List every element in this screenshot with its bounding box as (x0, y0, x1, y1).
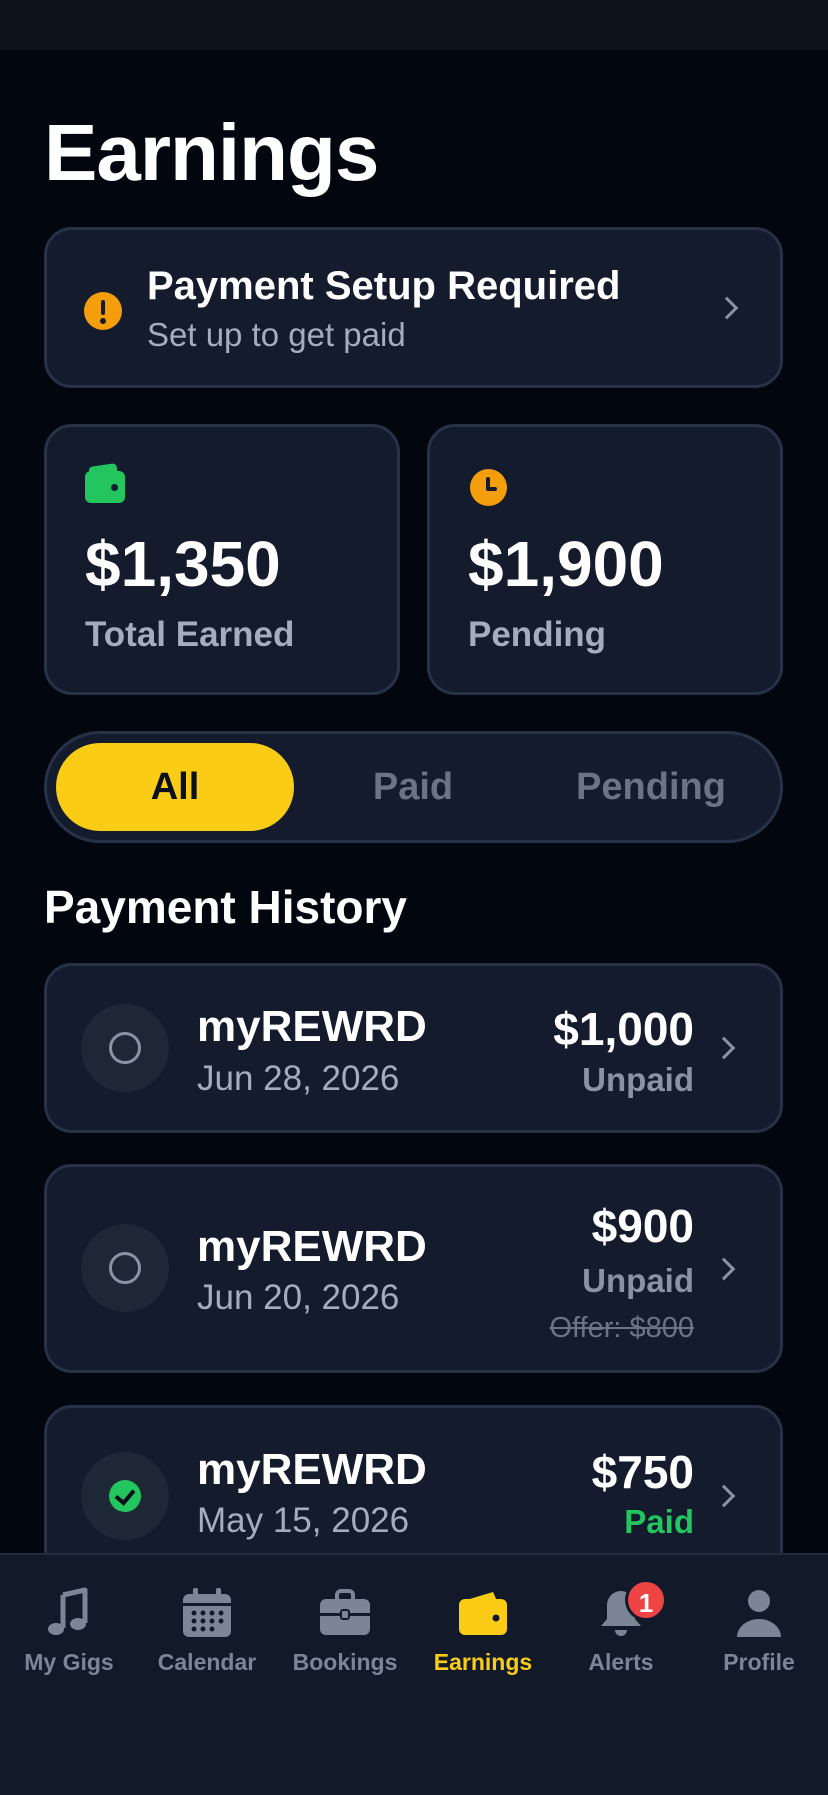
row-status: Paid (624, 1503, 694, 1540)
row-client-name: myREWRD (197, 1002, 427, 1051)
row-status: Unpaid (582, 1262, 694, 1299)
payment-setup-banner[interactable]: Payment Setup Required Set up to get pai… (44, 227, 783, 388)
row-status: Unpaid (582, 1061, 694, 1098)
row-date: May 15, 2026 (197, 1501, 410, 1540)
banner-title: Payment Setup Required (147, 264, 621, 308)
calendar-icon (183, 1588, 231, 1637)
tab-label: Alerts (588, 1649, 654, 1675)
chevron-right-icon (715, 296, 739, 320)
paid-status-icon (81, 1452, 169, 1540)
alerts-badge: 1 (625, 1579, 667, 1621)
payment-history-title: Payment History (44, 881, 408, 933)
tab-label: Calendar (157, 1649, 257, 1675)
person-icon (737, 1590, 781, 1637)
total-earned-value: $1,350 (85, 528, 281, 600)
row-date: Jun 28, 2026 (197, 1059, 400, 1098)
row-client-name: myREWRD (197, 1222, 427, 1271)
payment-row[interactable]: myREWRD Jun 20, 2026 $900 Unpaid Offer: … (44, 1164, 783, 1373)
chevron-right-icon (712, 1036, 736, 1060)
total-earned-card: $1,350 Total Earned (44, 424, 400, 695)
pending-label: Pending (468, 615, 607, 654)
tab-alerts[interactable]: Alerts (552, 1555, 690, 1685)
filter-tab-pending[interactable]: Pending (532, 743, 770, 831)
tab-profile[interactable]: Profile (690, 1555, 828, 1685)
chevron-right-icon (712, 1484, 736, 1508)
clock-icon (470, 469, 507, 506)
wallet-icon (459, 1592, 507, 1635)
status-bar (0, 0, 828, 50)
tab-label: Profile (723, 1649, 795, 1675)
row-amount: $1,000 (553, 1003, 694, 1055)
row-offer: Offer: $800 (549, 1312, 694, 1344)
filter-segmented-control: All Paid Pending (44, 731, 783, 843)
filter-tab-all[interactable]: All (56, 743, 294, 831)
tab-my-gigs[interactable]: My Gigs (0, 1555, 138, 1685)
row-amount: $900 (591, 1200, 694, 1252)
wallet-icon (85, 471, 125, 503)
filter-tab-paid[interactable]: Paid (294, 743, 532, 831)
payment-row[interactable]: myREWRD Jun 28, 2026 $1,000 Unpaid (44, 963, 783, 1133)
pending-card: $1,900 Pending (427, 424, 783, 695)
briefcase-icon (320, 1589, 370, 1635)
music-note-icon (48, 1587, 88, 1635)
row-client-name: myREWRD (197, 1445, 427, 1494)
tab-label: Bookings (292, 1649, 398, 1675)
tab-bookings[interactable]: Bookings (276, 1555, 414, 1685)
bottom-tab-bar: My Gigs Calendar Bookings Earnings Alert… (0, 1553, 828, 1795)
row-amount: $750 (591, 1446, 694, 1498)
alert-icon (84, 292, 122, 330)
unpaid-status-icon (81, 1004, 169, 1092)
banner-subtitle: Set up to get paid (147, 316, 406, 353)
tab-calendar[interactable]: Calendar (138, 1555, 276, 1685)
tab-earnings[interactable]: Earnings (414, 1555, 552, 1685)
chevron-right-icon (712, 1257, 736, 1281)
tab-label: Earnings (433, 1649, 533, 1675)
unpaid-status-icon (81, 1224, 169, 1312)
total-earned-label: Total Earned (85, 615, 295, 654)
tab-label: My Gigs (24, 1649, 114, 1675)
page-title: Earnings (44, 108, 379, 197)
row-date: Jun 20, 2026 (197, 1278, 400, 1317)
pending-value: $1,900 (468, 528, 664, 600)
